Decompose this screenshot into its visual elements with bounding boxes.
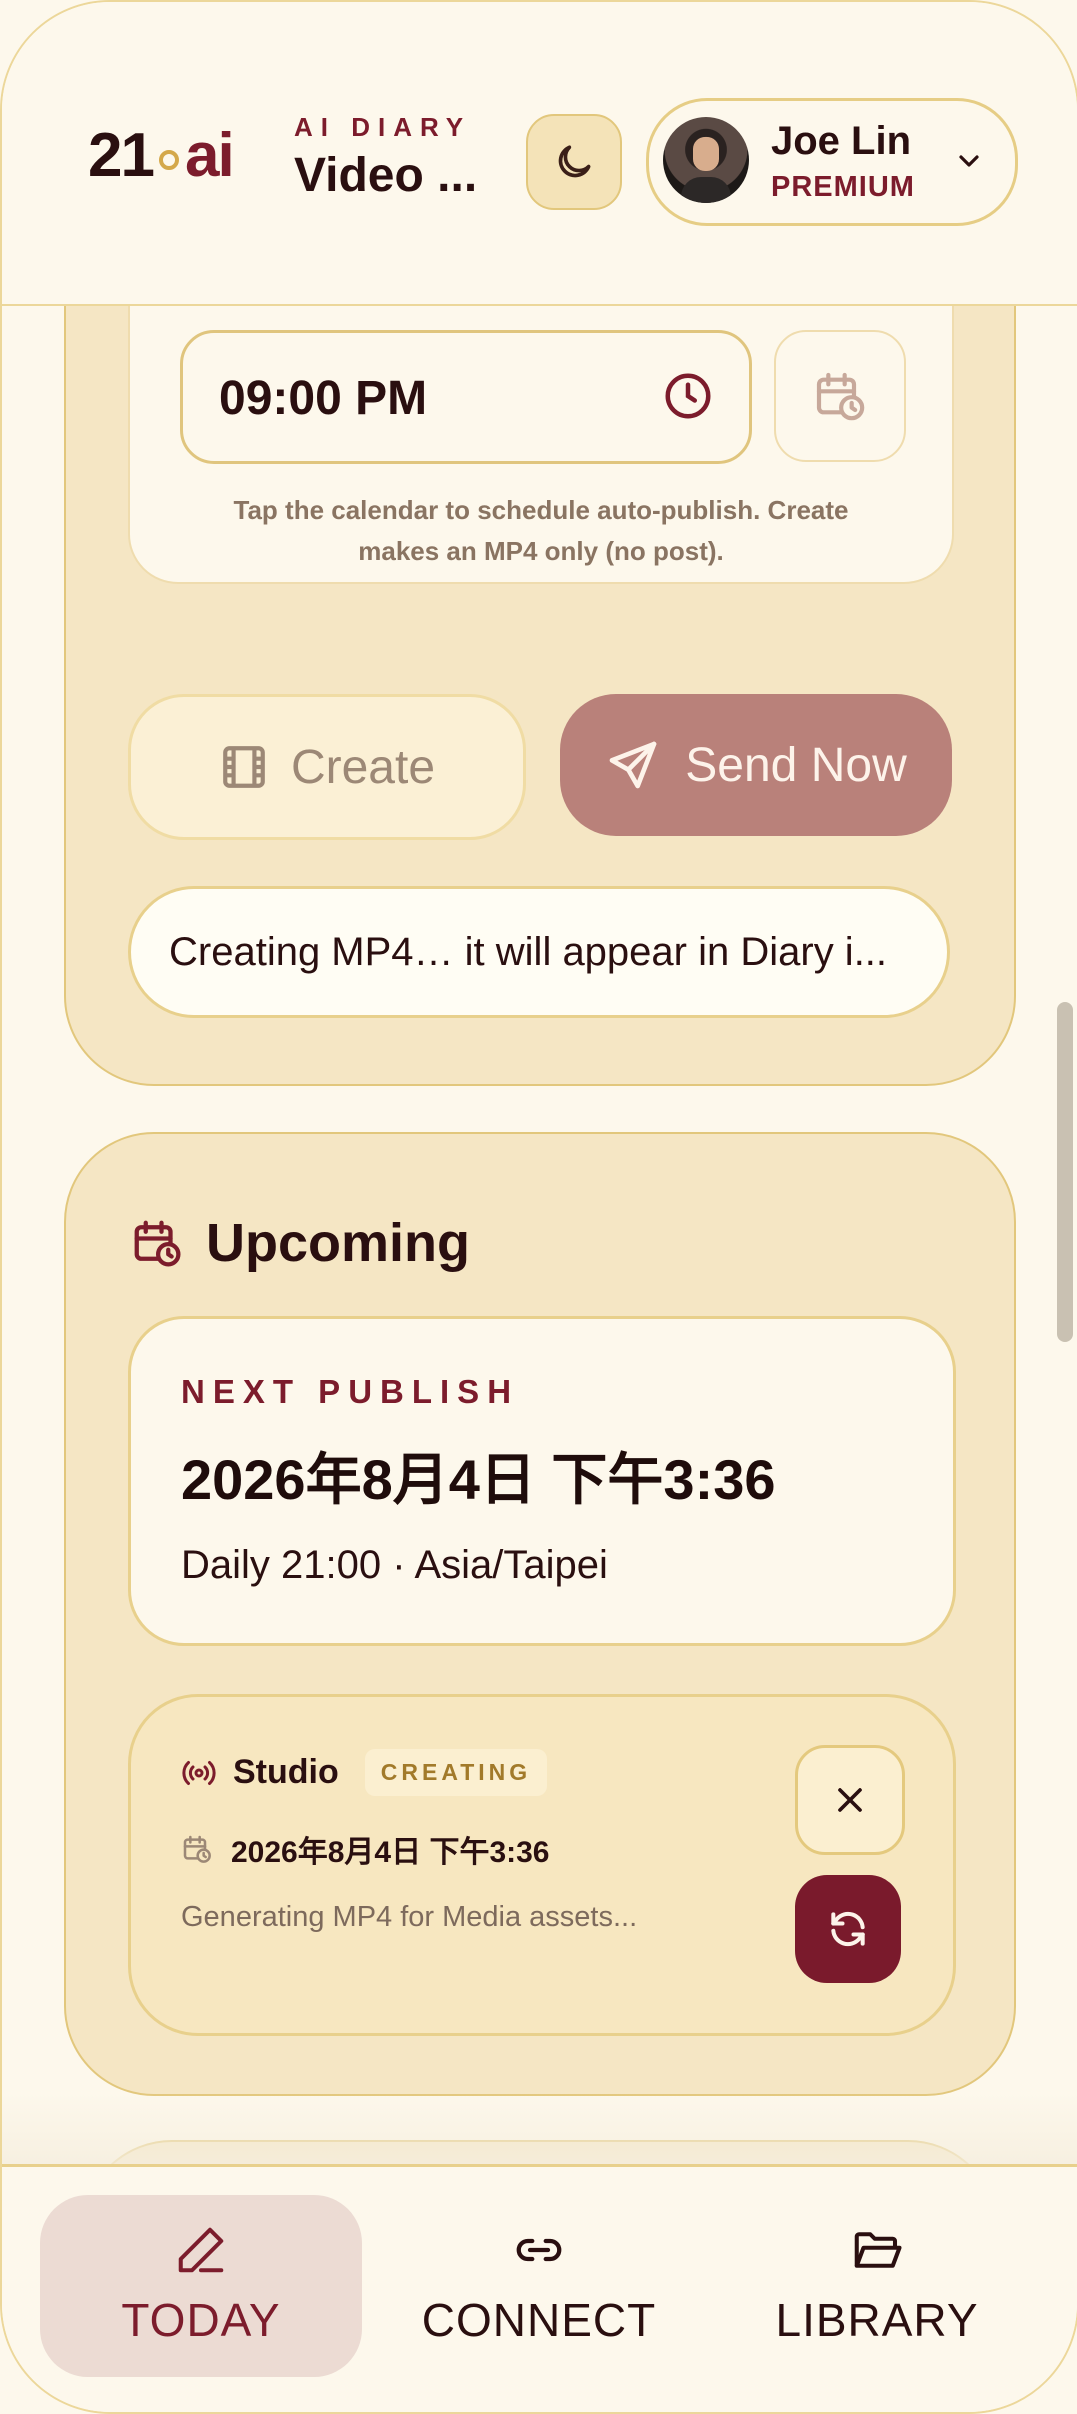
page-title: Video ... xyxy=(294,149,478,202)
send-icon xyxy=(609,741,657,789)
schedule-helper-text: Tap the calendar to schedule auto-publis… xyxy=(233,495,849,566)
job-card: Studio CREATING 2026年8月4日 下午3:36 Generat… xyxy=(128,1694,956,2036)
create-button[interactable]: Create xyxy=(128,694,526,840)
bottom-nav: TODAY CONNECT LIBRARY xyxy=(2,2164,1077,2412)
job-header: Studio CREATING xyxy=(181,1749,548,1796)
scroll-fade xyxy=(2,2092,1077,2172)
link-icon xyxy=(516,2238,562,2262)
next-publish-date: 2026年8月4日 下午3:36 xyxy=(181,1448,776,1511)
retry-job-button[interactable] xyxy=(795,1875,901,1983)
nav-tab-today[interactable]: TODAY xyxy=(40,2195,362,2377)
next-publish-card: NEXT PUBLISH 2026年8月4日 下午3:36 Daily 21:0… xyxy=(128,1316,956,1646)
time-input[interactable]: 09:00 PM xyxy=(180,330,752,464)
job-date: 2026年8月4日 下午3:36 xyxy=(231,1836,550,1869)
job-date-row: 2026年8月4日 下午3:36 xyxy=(181,1827,550,1871)
upcoming-card: Upcoming NEXT PUBLISH 2026年8月4日 下午3:36 D… xyxy=(64,1132,1016,2096)
avatar xyxy=(663,117,749,203)
upcoming-title: Upcoming xyxy=(206,1213,470,1273)
theme-toggle-button[interactable] xyxy=(526,114,622,210)
nav-label: TODAY xyxy=(121,2294,281,2346)
moon-icon xyxy=(558,145,591,178)
calendar-clock-icon xyxy=(183,1835,211,1863)
account-menu-button[interactable]: Joe Lin PREMIUM xyxy=(646,98,1018,226)
send-now-label: Send Now xyxy=(685,738,907,792)
nav-label: CONNECT xyxy=(421,2294,657,2346)
chevron-down-icon xyxy=(959,155,979,167)
logo[interactable]: 21 ai xyxy=(88,120,235,191)
next-publish-label: NEXT PUBLISH xyxy=(181,1373,520,1410)
plan-badge: PREMIUM xyxy=(771,171,915,203)
app-kicker: AI DIARY xyxy=(294,112,472,142)
user-name: Joe Lin xyxy=(771,119,912,163)
app-frame: 21 ai AI DIARY Video ... Joe Lin PREMIUM … xyxy=(0,0,1077,2414)
pencil-icon xyxy=(178,2227,224,2273)
job-description: Generating MP4 for Media assets... xyxy=(181,1901,638,1933)
broadcast-icon xyxy=(182,1760,216,1785)
nav-tab-library[interactable]: LIBRARY xyxy=(716,2195,1038,2377)
film-icon xyxy=(223,746,265,788)
schedule-panel: 09:00 PM Tap the calendar to schedule au… xyxy=(128,304,954,584)
calendar-clock-icon xyxy=(816,372,865,421)
nav-label: LIBRARY xyxy=(775,2294,979,2346)
close-icon xyxy=(838,1788,862,1812)
upcoming-header: Upcoming xyxy=(130,1212,470,1274)
create-button-label: Create xyxy=(290,740,436,794)
status-message: Creating MP4… it will appear in Diary i.… xyxy=(128,886,950,1018)
refresh-icon xyxy=(831,1911,865,1947)
schedule-calendar-button[interactable] xyxy=(774,330,906,462)
next-publish-schedule: Daily 21:00 · Asia/Taipei xyxy=(181,1543,608,1587)
calendar-clock-icon xyxy=(134,1220,181,1267)
job-name: Studio xyxy=(233,1753,339,1791)
cancel-job-button[interactable] xyxy=(795,1745,905,1855)
folder-open-icon xyxy=(854,2232,902,2268)
app-header: 21 ai AI DIARY Video ... Joe Lin PREMIUM xyxy=(2,2,1077,306)
time-value: 09:00 PM xyxy=(219,372,428,425)
send-now-button[interactable]: Send Now xyxy=(560,694,952,836)
status-badge: CREATING xyxy=(364,1749,548,1796)
scrollbar[interactable] xyxy=(1057,1002,1073,1342)
clock-icon xyxy=(665,373,711,419)
nav-tab-connect[interactable]: CONNECT xyxy=(378,2195,700,2377)
